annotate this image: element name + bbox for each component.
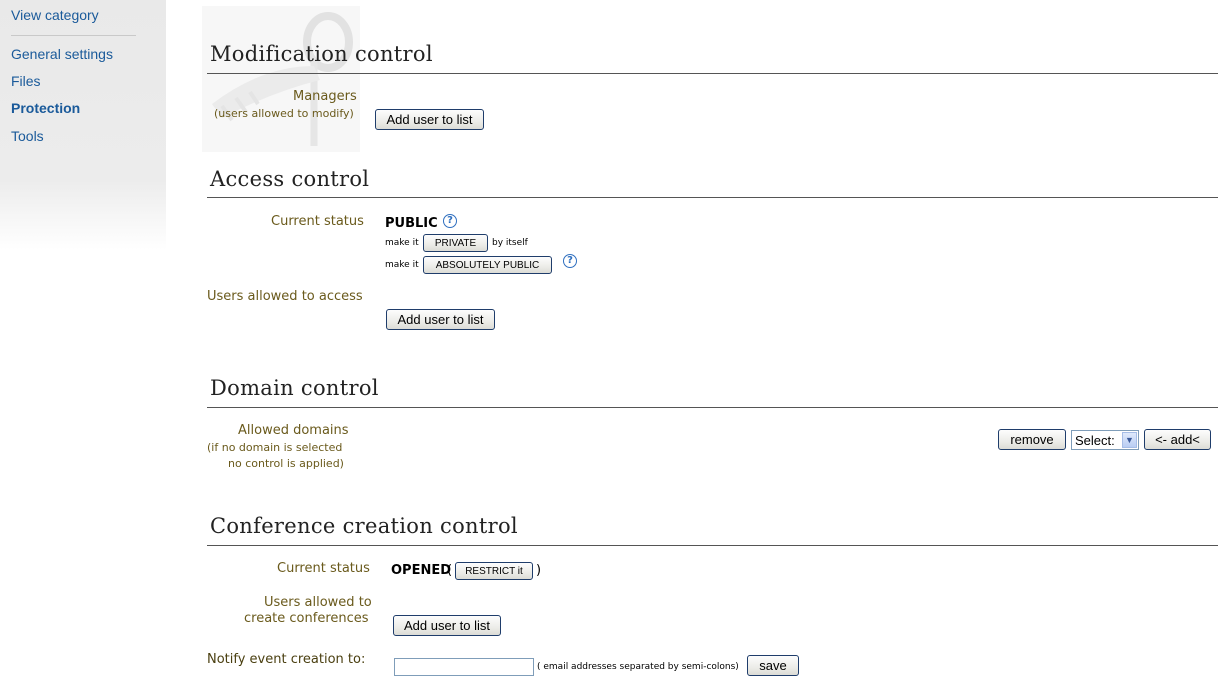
allowed-domains-sublabel-1: (if no domain is selected <box>207 441 343 454</box>
access-divider <box>207 197 1218 198</box>
add-manager-button[interactable]: Add user to list <box>375 109 484 130</box>
conference-status-value: OPENED <box>391 563 452 578</box>
add-conference-user-button[interactable]: Add user to list <box>393 615 501 636</box>
managers-sublabel: (users allowed to modify) <box>214 107 354 120</box>
conference-divider <box>207 545 1218 546</box>
sidebar-item-files[interactable]: Files <box>11 73 41 89</box>
sidebar-item-protection[interactable]: Protection <box>11 100 80 116</box>
notify-label: Notify event creation to: <box>207 652 366 667</box>
sidebar-divider <box>11 35 136 36</box>
remove-domain-button[interactable]: remove <box>998 429 1066 450</box>
sidebar-item-general-settings[interactable]: General settings <box>11 46 113 62</box>
help-icon[interactable]: ? <box>443 214 457 228</box>
open-paren: ( <box>447 563 453 578</box>
allowed-domains-label: Allowed domains <box>238 423 349 438</box>
make-it-text-2: make it <box>385 260 419 270</box>
domain-select-value: Select: <box>1075 433 1115 448</box>
domain-control-title: Domain control <box>210 376 379 400</box>
conference-control-title: Conference creation control <box>210 514 518 538</box>
access-current-status-label: Current status <box>271 214 364 229</box>
email-hint: ( email addresses separated by semi-colo… <box>537 662 739 672</box>
notify-email-input[interactable] <box>394 658 534 676</box>
close-paren: ) <box>536 563 542 578</box>
save-button[interactable]: save <box>747 655 799 676</box>
sidebar-item-view-category[interactable]: View category <box>11 7 99 23</box>
users-allowed-create-label-2: create conferences <box>244 611 369 626</box>
make-private-button[interactable]: PRIVATE <box>423 234 488 252</box>
access-control-title: Access control <box>210 167 370 191</box>
sidebar: View category General settings Files Pro… <box>0 0 166 250</box>
by-itself-text: by itself <box>492 238 528 248</box>
users-allowed-create-label-1: Users allowed to <box>264 595 372 610</box>
users-allowed-access-label: Users allowed to access <box>207 289 363 304</box>
key-watermark-icon <box>202 6 360 152</box>
help-icon[interactable]: ? <box>563 254 577 268</box>
allowed-domains-sublabel-2: no control is applied) <box>228 457 344 470</box>
sidebar-item-tools[interactable]: Tools <box>11 128 44 144</box>
make-absolutely-public-button[interactable]: ABSOLUTELY PUBLIC <box>423 256 552 274</box>
make-it-text: make it <box>385 238 419 248</box>
access-status-value: PUBLIC <box>385 216 438 231</box>
managers-label: Managers <box>293 89 357 104</box>
domain-select[interactable]: Select: ▼ <box>1071 430 1139 450</box>
modification-divider <box>207 73 1218 74</box>
add-domain-button[interactable]: <- add< <box>1144 429 1211 450</box>
domain-divider <box>207 407 1218 408</box>
modification-control-title: Modification control <box>210 42 433 66</box>
chevron-down-icon[interactable]: ▼ <box>1122 432 1137 448</box>
conference-current-status-label: Current status <box>277 561 370 576</box>
restrict-button[interactable]: RESTRICT it <box>455 562 533 580</box>
add-access-user-button[interactable]: Add user to list <box>386 309 495 330</box>
